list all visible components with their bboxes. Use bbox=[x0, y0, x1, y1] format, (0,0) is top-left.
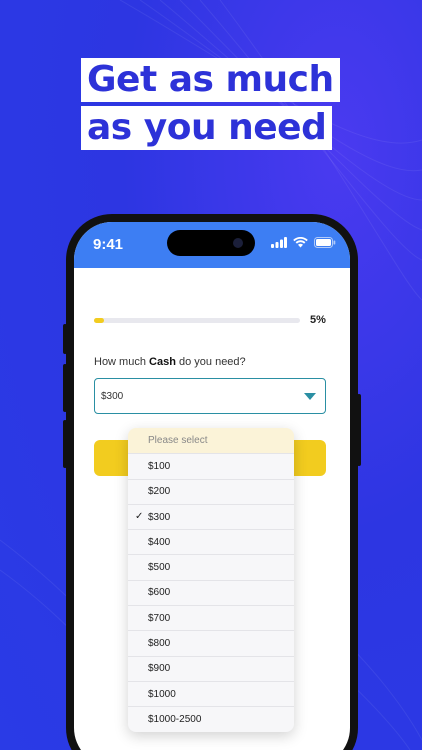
status-time: 9:41 bbox=[93, 236, 124, 253]
dropdown-option-label: $500 bbox=[148, 562, 171, 574]
dropdown-option-label: $800 bbox=[148, 638, 171, 650]
amount-dropdown-menu: Please select $100 $200 ✓ $300 $400 $500 $600 $… bbox=[128, 428, 294, 732]
dropdown-option-label: $1000-2500 bbox=[148, 713, 202, 725]
dropdown-option-label: $700 bbox=[148, 612, 171, 624]
dropdown-option-label: $600 bbox=[148, 587, 171, 599]
phone-mockup: 9:41 5% How much Cash do you need? $300 … bbox=[63, 214, 361, 750]
phone-screen: 9:41 5% How much Cash do you need? $300 … bbox=[74, 222, 350, 750]
phone-side-button bbox=[357, 394, 361, 466]
caret-down-icon[interactable] bbox=[304, 393, 316, 400]
phone-side-button bbox=[63, 324, 67, 354]
dropdown-option[interactable]: $1000 bbox=[128, 680, 294, 706]
progress-row: 5% bbox=[94, 314, 330, 326]
phone-side-button bbox=[63, 420, 67, 468]
status-icons bbox=[271, 237, 336, 248]
dropdown-placeholder: Please select bbox=[128, 428, 294, 454]
question-label: How much Cash do you need? bbox=[94, 356, 246, 368]
amount-select[interactable]: $300 bbox=[94, 378, 326, 414]
checkmark-icon: ✓ bbox=[135, 510, 144, 522]
status-bar: 9:41 bbox=[74, 222, 350, 268]
dropdown-option-label: $300 bbox=[148, 511, 171, 523]
dropdown-option[interactable]: ✓ $300 bbox=[128, 503, 294, 529]
dropdown-option[interactable]: $500 bbox=[128, 554, 294, 579]
dropdown-option[interactable]: $800 bbox=[128, 630, 294, 655]
progress-label: 5% bbox=[310, 314, 326, 326]
dropdown-option-label: $1000 bbox=[148, 688, 176, 700]
progress-fill bbox=[94, 317, 105, 323]
camera-icon bbox=[233, 238, 243, 248]
dropdown-option-label: $100 bbox=[148, 460, 171, 472]
dropdown-option[interactable]: $900 bbox=[128, 655, 294, 681]
dropdown-option-label: $200 bbox=[148, 486, 171, 498]
signal-icon bbox=[271, 237, 287, 248]
headline-line-1: Get as much bbox=[81, 58, 340, 102]
dynamic-island bbox=[167, 230, 255, 256]
amount-select-value: $300 bbox=[101, 390, 124, 402]
battery-icon bbox=[314, 237, 336, 248]
dropdown-option[interactable]: $200 bbox=[128, 478, 294, 504]
dropdown-option-label: $400 bbox=[148, 536, 171, 548]
question-prefix: How much bbox=[94, 356, 150, 368]
wifi-icon bbox=[293, 237, 308, 248]
question-suffix: do you need? bbox=[175, 356, 246, 368]
dropdown-option-label: $900 bbox=[148, 663, 171, 675]
headline: Get as much as you need bbox=[81, 58, 340, 150]
dropdown-option[interactable]: $600 bbox=[128, 579, 294, 605]
dropdown-option[interactable]: $1000-2500 bbox=[128, 706, 294, 731]
dropdown-option[interactable]: $100 bbox=[128, 453, 294, 478]
dropdown-option[interactable]: $700 bbox=[128, 605, 294, 630]
dropdown-option[interactable]: $400 bbox=[128, 529, 294, 554]
progress-bar bbox=[94, 317, 300, 323]
phone-side-button bbox=[63, 364, 67, 412]
headline-line-2: as you need bbox=[81, 106, 333, 150]
question-bold: Cash bbox=[149, 356, 176, 368]
